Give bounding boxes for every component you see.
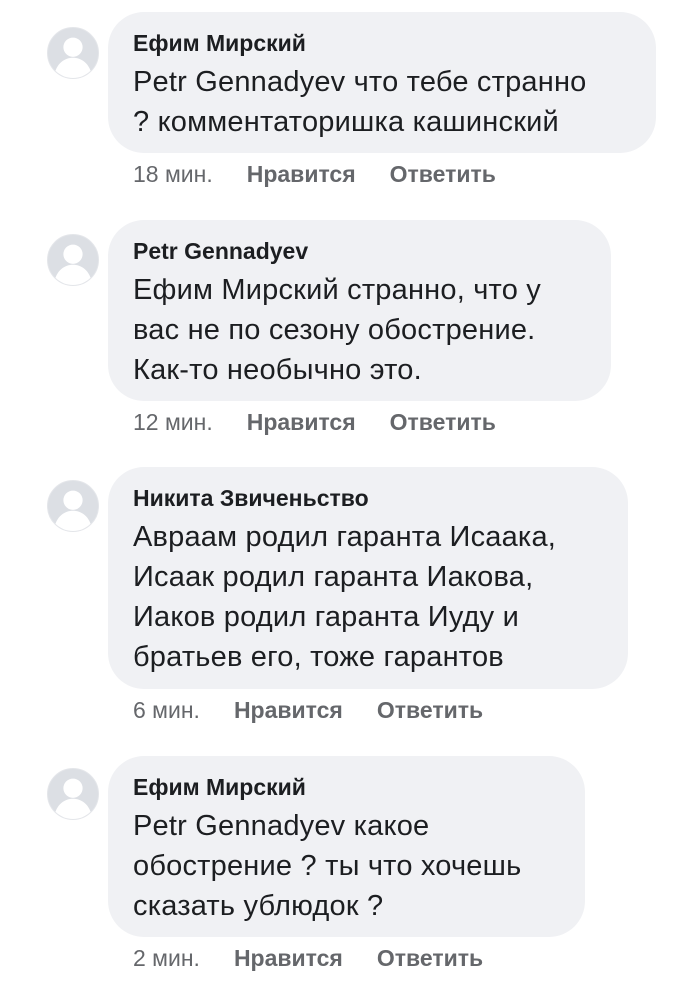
comment-timestamp[interactable]: 2 мин. [133, 945, 200, 971]
reply-button[interactable]: Ответить [377, 697, 483, 723]
comment-text: Авраам родил гаранта Исаака, Исаак родил… [133, 517, 602, 677]
comment-timestamp[interactable]: 6 мин. [133, 697, 200, 723]
comment-text: Ефим Мирский странно, что у вас не по се… [133, 270, 585, 390]
comment-text: Petr Gennadyev что тебе странно ? коммен… [133, 62, 630, 142]
comment-actions: 18 мин. Нравится Ответить [133, 161, 496, 187]
like-button[interactable]: Нравится [234, 697, 343, 723]
comment-actions: 12 мин. Нравится Ответить [133, 409, 496, 435]
comment-text-line: Petr Gennadyev что тебе странно [133, 66, 587, 98]
avatar-icon[interactable] [47, 768, 99, 820]
comment-text-line: Иаков родил гаранта Иуду и [133, 601, 520, 633]
comment-text-line: сказать ублюдок ? [133, 890, 384, 922]
reply-button[interactable]: Ответить [390, 161, 496, 187]
avatar-icon[interactable] [47, 234, 99, 286]
comment-timestamp[interactable]: 12 мин. [133, 409, 213, 435]
comment-text-line: Как-то необычно это. [133, 354, 422, 386]
comment-text-line: братьев его, тоже гарантов [133, 641, 504, 673]
comment-bubble: Petr Gennadyev Ефим Мирский странно, что… [108, 220, 611, 401]
avatar-icon[interactable] [47, 27, 99, 79]
comment-text-line: Авраам родил гаранта Исаака, [133, 521, 557, 553]
like-button[interactable]: Нравится [234, 945, 343, 971]
comment-author[interactable]: Petr Gennadyev [133, 238, 585, 264]
comment-bubble: Ефим Мирский Petr Gennadyev что тебе стр… [108, 12, 656, 153]
comment-actions: 2 мин. Нравится Ответить [133, 945, 483, 971]
avatar-icon[interactable] [47, 480, 99, 532]
comment-bubble: Никита Звиченьство Авраам родил гаранта … [108, 467, 628, 689]
comment-bubble: Ефим Мирский Petr Gennadyev какое обостр… [108, 756, 585, 937]
like-button[interactable]: Нравится [247, 409, 356, 435]
reply-button[interactable]: Ответить [377, 945, 483, 971]
comment-text: Petr Gennadyev какое обострение ? ты что… [133, 806, 559, 926]
comment-timestamp[interactable]: 18 мин. [133, 161, 213, 187]
comment-author[interactable]: Ефим Мирский [133, 30, 630, 56]
comment-text-line: Исаак родил гаранта Иакова, [133, 561, 534, 593]
comment-text-line: вас не по сезону обострение. [133, 314, 536, 346]
like-button[interactable]: Нравится [247, 161, 356, 187]
reply-button[interactable]: Ответить [390, 409, 496, 435]
comment-author[interactable]: Никита Звиченьство [133, 485, 602, 511]
comment-author[interactable]: Ефим Мирский [133, 774, 559, 800]
comment-text-line: обострение ? ты что хочешь [133, 850, 522, 882]
comment-actions: 6 мин. Нравится Ответить [133, 697, 483, 723]
comment-text-line: ? комментаторишка кашинский [133, 106, 559, 138]
comment-text-line: Petr Gennadyev какое [133, 810, 430, 842]
comment-text-line: Ефим Мирский странно, что у [133, 274, 541, 306]
